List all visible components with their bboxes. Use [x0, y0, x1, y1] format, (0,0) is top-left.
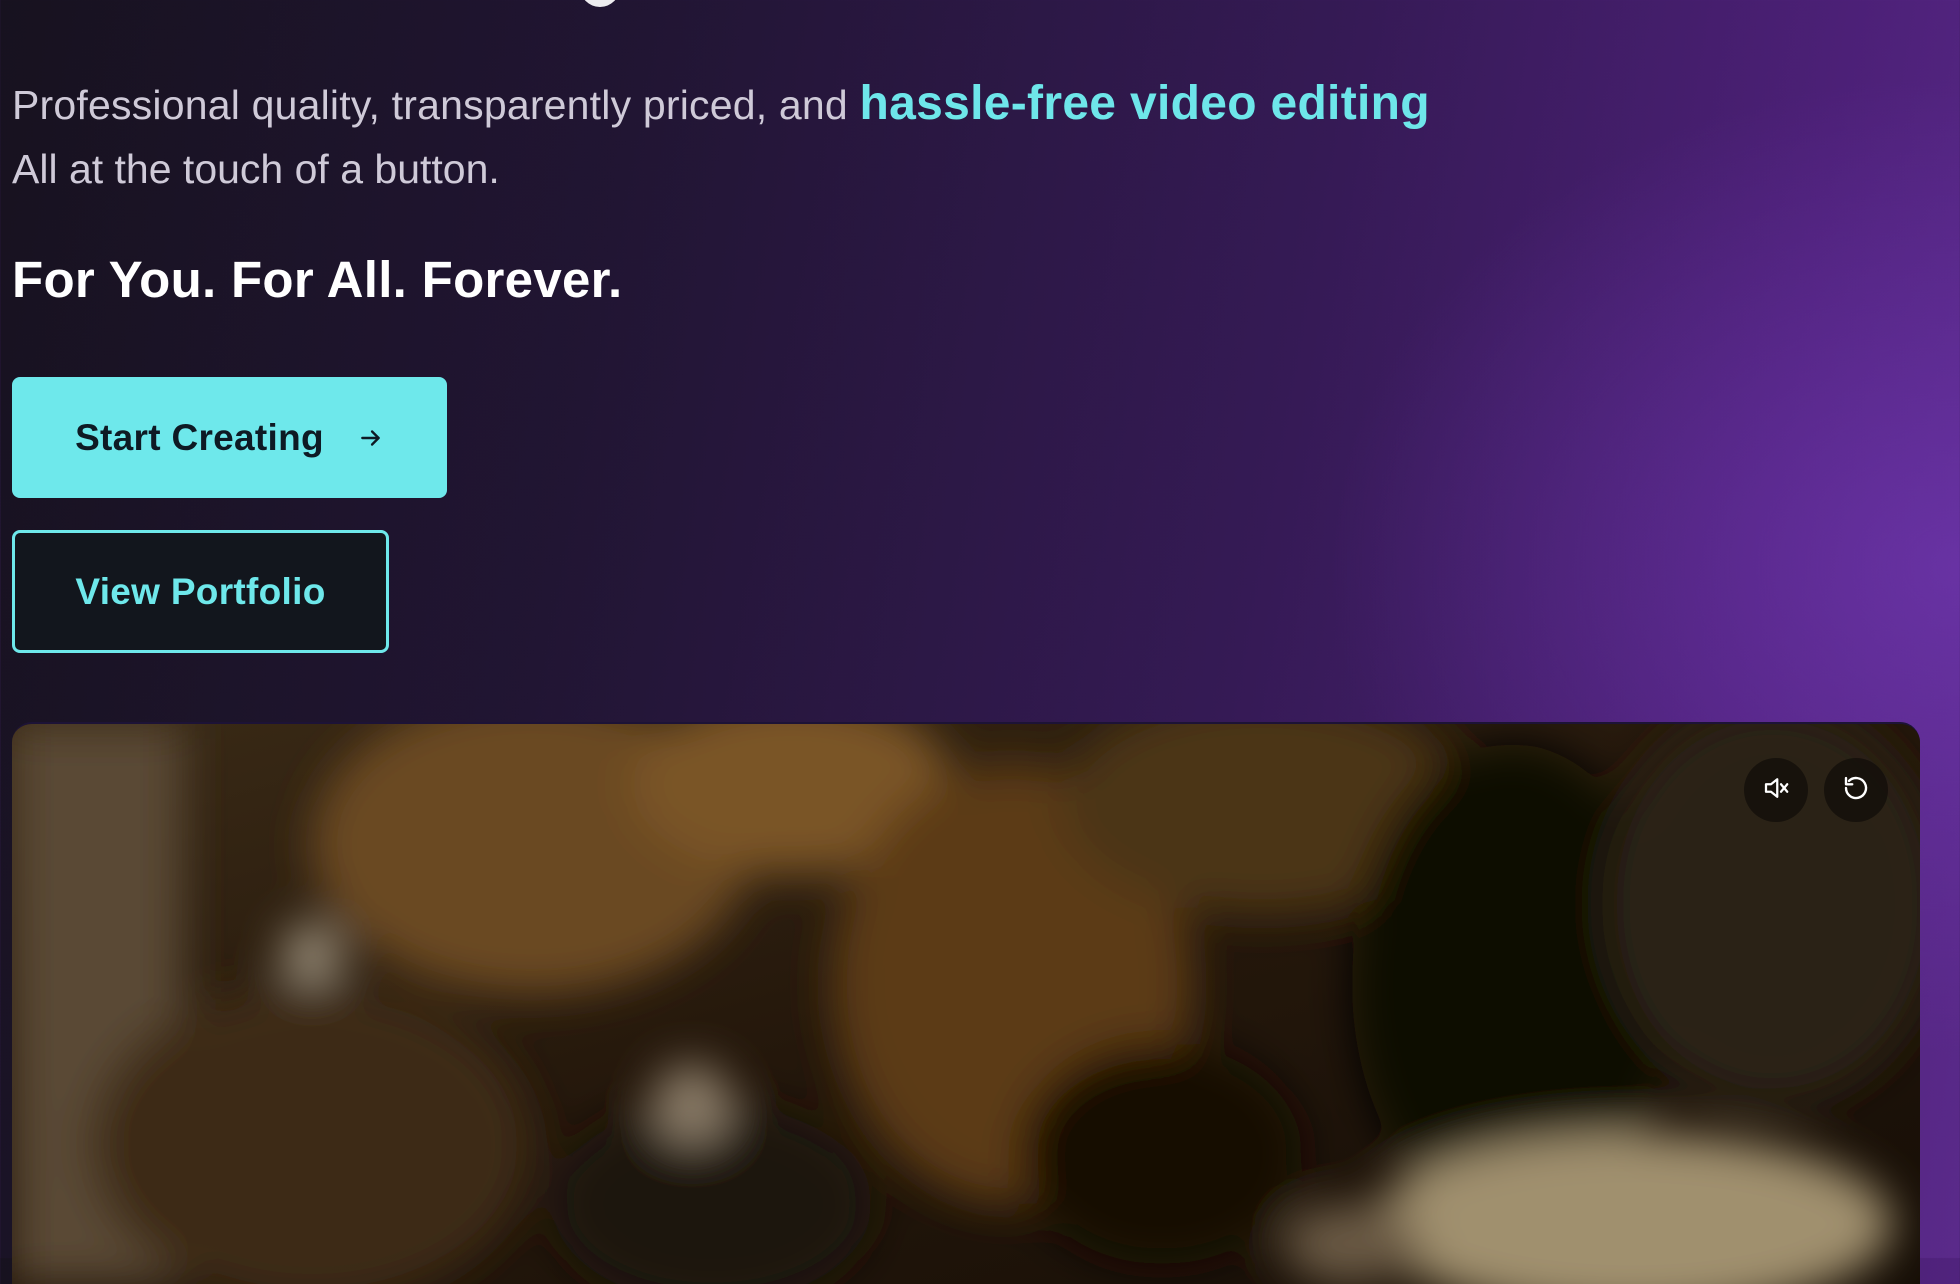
- start-creating-label: Start Creating: [75, 416, 324, 458]
- video-frame-image: [12, 724, 1920, 1284]
- view-portfolio-button[interactable]: View Portfolio: [12, 530, 389, 653]
- tagline-highlight: hassle-free video editing: [859, 77, 1430, 130]
- volume-muted-icon: [1761, 773, 1791, 808]
- arrow-right-icon: [358, 425, 384, 451]
- start-creating-button[interactable]: Start Creating: [12, 377, 447, 498]
- view-portfolio-label: View Portfolio: [75, 570, 326, 612]
- hero-tagline-line2: All at the touch of a button.: [12, 146, 500, 192]
- replay-button[interactable]: [1824, 758, 1888, 822]
- video-controls: [1744, 758, 1888, 822]
- hero-slogan: For You. For All. Forever.: [12, 251, 623, 308]
- video-player[interactable]: [12, 722, 1920, 1284]
- replay-icon: [1841, 773, 1871, 808]
- hero-heading-fragment: [580, 0, 620, 7]
- tagline-prefix: Professional quality, transparently pric…: [12, 82, 860, 128]
- mute-toggle-button[interactable]: [1744, 758, 1808, 822]
- hero-tagline: Professional quality, transparently pric…: [12, 76, 1430, 131]
